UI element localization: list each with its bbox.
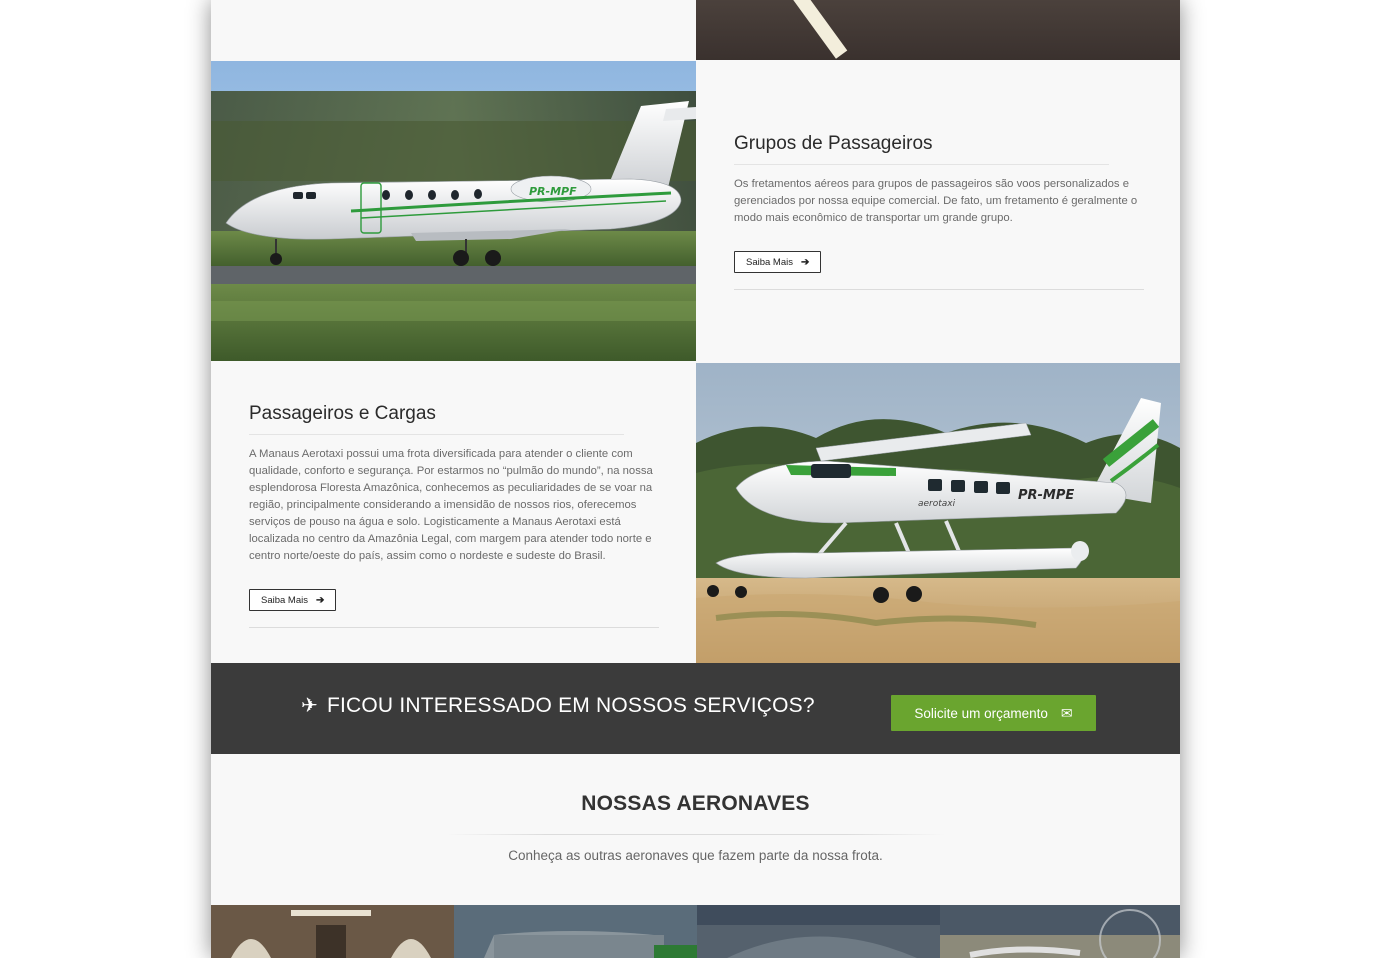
title-divider bbox=[734, 164, 1109, 165]
button-label: Saiba Mais bbox=[261, 594, 308, 606]
feature-passageiros-cargas: Passageiros e Cargas A Manaus Aerotaxi p… bbox=[211, 363, 696, 663]
envelope-icon: ✉ bbox=[1060, 704, 1073, 721]
jet-aircraft-image: PR-MPF bbox=[211, 61, 696, 361]
fleet-section-title: NOSSAS AERONAVES bbox=[211, 792, 1180, 816]
fleet-thumbnail-hangar[interactable] bbox=[454, 905, 697, 958]
runway-marking bbox=[786, 0, 848, 59]
button-label: Saiba Mais bbox=[746, 256, 793, 268]
jet-registration: PR-MPF bbox=[529, 185, 577, 198]
arrow-right-icon: ➔ bbox=[316, 594, 325, 606]
saiba-mais-button[interactable]: Saiba Mais ➔ bbox=[734, 251, 822, 273]
feature-description: A Manaus Aerotaxi possui uma frota diver… bbox=[249, 448, 653, 562]
fleet-thumbnail-propeller[interactable] bbox=[940, 905, 1180, 958]
feature-title: Passageiros e Cargas bbox=[249, 403, 436, 424]
fleet-title-divider bbox=[446, 834, 946, 835]
arrow-right-icon: ➔ bbox=[801, 256, 810, 268]
feature-title: Grupos de Passageiros bbox=[734, 133, 933, 154]
fleet-thumbnail-cabin[interactable] bbox=[211, 905, 454, 958]
fleet-title-light: NOSSAS bbox=[581, 792, 677, 815]
seaplane-image: aerotaxi PR-MPE bbox=[696, 363, 1180, 663]
fleet-title-bold: AERONAVES bbox=[676, 792, 810, 815]
feature-description: Os fretamentos aéreos para grupos de pas… bbox=[734, 178, 1138, 224]
feature-divider bbox=[249, 627, 659, 628]
cta-heading: ✈ FICOU INTERESSADO EM NOSSOS SERVIÇOS? bbox=[301, 693, 815, 718]
runway-image bbox=[696, 0, 1180, 60]
saiba-mais-button[interactable]: Saiba Mais ➔ bbox=[249, 589, 337, 611]
cta-button-label: Solicite um orçamento bbox=[914, 705, 1048, 721]
request-quote-button[interactable]: Solicite um orçamento ✉ bbox=[891, 695, 1096, 731]
jet-photo: PR-MPF bbox=[211, 61, 696, 361]
seaplane-registration: PR-MPE bbox=[1018, 488, 1074, 503]
page-container: PR-MPF Grupos de Passageiros Os fretamen… bbox=[211, 0, 1180, 958]
feature-grupos-passageiros: Grupos de Passageiros Os fretamentos aér… bbox=[696, 61, 1180, 361]
cta-banner: ✈ FICOU INTERESSADO EM NOSSOS SERVIÇOS? … bbox=[211, 663, 1180, 754]
feature-divider bbox=[734, 289, 1144, 290]
seaplane-photo: aerotaxi PR-MPE bbox=[696, 363, 1180, 663]
fleet-subtitle: Conheça as outras aeronaves que fazem pa… bbox=[508, 848, 883, 863]
cta-title-text: FICOU INTERESSADO EM NOSSOS SERVIÇOS? bbox=[326, 693, 815, 717]
fleet-thumbnail-building[interactable] bbox=[697, 905, 940, 958]
top-left-panel bbox=[211, 0, 696, 60]
title-divider bbox=[249, 434, 624, 435]
seaplane-brand: aerotaxi bbox=[918, 499, 956, 509]
plane-icon: ✈ bbox=[301, 695, 318, 717]
